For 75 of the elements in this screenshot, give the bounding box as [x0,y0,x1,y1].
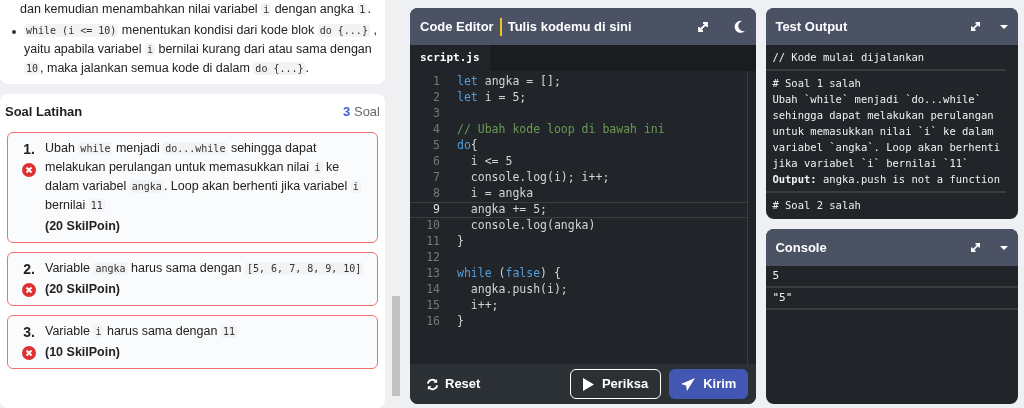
panel-title: Test Output [775,17,849,36]
code-line: } [457,233,464,251]
line-number: 6 [432,153,441,171]
line-number: 15 [425,297,441,315]
output-line: variabel `angka`. Loop akan berhenti [772,140,1000,155]
bullet-icon [12,30,16,34]
line-number: 14 [425,281,441,299]
panel-title: Code Editor [420,17,494,36]
play-icon [582,377,594,391]
code-line: let i = 5; [457,89,527,107]
panel-title: Console [775,238,828,257]
line-number: 10 [425,217,441,235]
line-number: 3 [432,105,441,123]
caret-down-icon[interactable] [999,244,1009,251]
line-number: 13 [425,265,441,283]
console-line: 5 [772,267,780,284]
question-number: 2. [23,259,35,279]
line-number: 7 [432,169,441,187]
section-title: Soal Latihan [5,103,83,121]
expand-icon[interactable] [970,242,981,253]
question-points: (20 SkilPoin) [45,217,122,235]
code-line: i++; [469,297,499,315]
question-points: (10 SkilPoin) [45,343,122,361]
line-number: 9 [432,201,441,219]
caret-down-icon[interactable] [999,23,1009,30]
question-count: 3 Soal [343,103,380,121]
send-icon [681,377,696,391]
lesson-paragraph: while (i <= 10) menentukan kondisi dari kode blok do {...} , yaitu apabila variabel i bernilai kurang dari atau sama dengan 10 , maka jalankan semua kode di dalam do {...} . [24,22,378,77]
line-number: 1 [432,73,441,91]
refresh-icon [426,377,439,391]
code-line: angka.push(i); [469,281,568,299]
lesson-paragraph: dan kemudian menambahkan nilai variabel i dengan angka 1 . [19,1,372,18]
line-number: 16 [425,313,441,331]
line-number: 12 [425,249,441,267]
moon-icon[interactable] [733,19,747,34]
output-line: // Kode mulai dijalankan [772,50,926,65]
code-line: } [457,313,464,331]
line-number: 11 [425,233,441,251]
file-tab[interactable]: script.js [410,45,490,71]
exercise-item[interactable]: 2. Variable angka harus sama dengan [5, 6, 7, 8, 9, 10] (20 SkilPoin) [7,251,378,306]
expand-icon[interactable] [970,21,981,32]
output-line: jika variabel `i` bernilai `11` [772,156,970,171]
question-text: Variable i harus sama dengan 11 [45,322,237,340]
output-line: untuk memasukkan nilai `i` ke dalam [772,124,995,139]
exercise-item[interactable]: 3. Variable i harus sama dengan 11 (10 SkilPoin) [7,314,378,369]
submit-button[interactable]: Kirim [669,369,749,399]
output-line: sehingga dapat melakukan perulangan [772,108,995,123]
console-line: "5" [772,289,793,306]
line-number: 4 [432,121,441,139]
code-line: i <= 5 [469,153,513,171]
code-line: let angka = []; [457,73,561,91]
reset-button[interactable]: Reset [418,369,489,399]
expand-icon[interactable] [697,20,710,33]
output-line: Ubah `while` menjadi `do...while` [772,92,983,107]
code-line: console.log(angka) [469,217,596,235]
check-button[interactable]: Periksa [569,369,662,399]
question-points: (20 SkilPoin) [45,280,122,298]
panel-subtitle: Tulis kodemu di sini [507,17,632,36]
line-number: 2 [432,89,441,107]
output-line: # Soal 2 salah [772,198,862,213]
code-line: angka += 5; [469,201,547,219]
code-line: // Ubah kode loop di bawah ini [457,121,665,139]
code-line: i = angka [469,185,534,203]
question-text: Ubah while menjadi do...while sehingga dapat melakukan perulangan untuk memasukkan nilai i ke dalam variabel angka . Loop akan berhenti jika variabel i bernilai 11 [45,139,362,214]
line-number: 8 [432,185,441,203]
question-number: 3. [23,322,35,342]
exercise-item[interactable]: 1. Ubah while menjadi do...while sehingga dapat melakukan perulangan untuk memasukkan nilai i ke dalam variabel angka . Loop akan berhenti jika variabel i bernilai 11 (20 SkilPoin) [7,131,378,243]
output-line: # Soal 1 salah [772,76,862,91]
code-line: while (false) { [457,265,561,283]
line-number: 5 [432,137,441,155]
question-number: 1. [23,139,35,159]
code-line: console.log(i); i++; [469,169,610,187]
output-line: Output: angka.push is not a function [772,172,1000,187]
code-line: do{ [457,137,478,155]
question-text: Variable angka harus sama dengan [5, 6, 7, 8, 9, 10] [45,259,364,277]
